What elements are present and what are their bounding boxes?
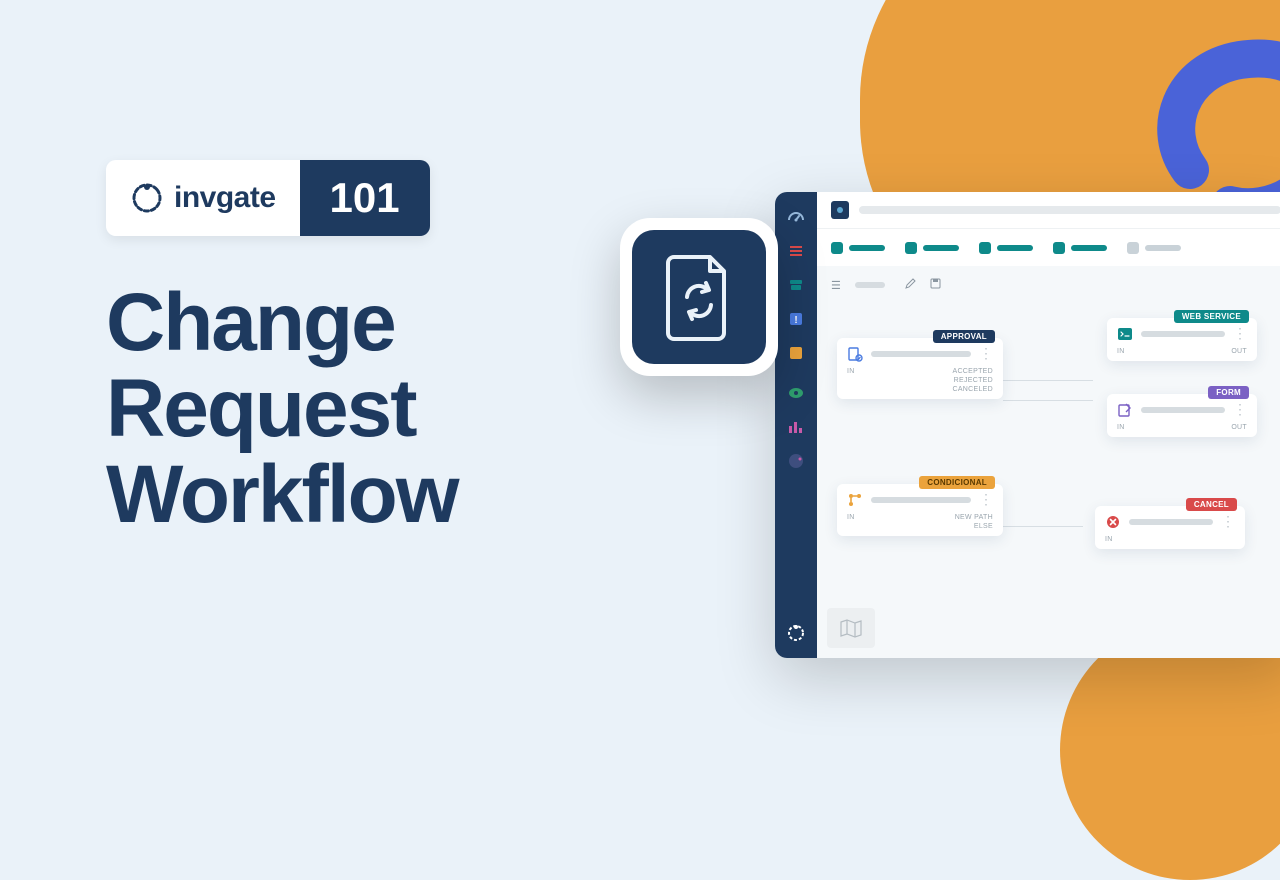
sidebar-brand-icon[interactable]	[785, 450, 807, 472]
sidebar-flag-icon[interactable]	[785, 342, 807, 364]
tab-item-3[interactable]	[979, 242, 1033, 254]
app-tabs	[817, 228, 1280, 266]
workflow-node-cancel[interactable]: CANCEL ⋮ IN	[1095, 506, 1245, 549]
canvas-toolbar: ☰	[831, 278, 1280, 292]
port-newpath: NEW PATH	[955, 514, 993, 521]
node-tag-cancel: CANCEL	[1186, 498, 1237, 511]
menu-icon[interactable]: ☰	[831, 279, 841, 292]
toolbar-title-placeholder	[855, 282, 885, 288]
port-canceled: CANCELED	[952, 386, 993, 393]
app-main: ☰ APPROVAL	[817, 192, 1280, 658]
port-out: OUT	[1231, 424, 1247, 431]
node-menu-icon[interactable]: ⋮	[979, 497, 993, 503]
port-in: IN	[1117, 348, 1125, 355]
svg-text:!: !	[794, 315, 797, 326]
brand-logo-icon	[130, 181, 164, 215]
sidebar-list-icon[interactable]	[785, 240, 807, 262]
port-accepted: ACCEPTED	[952, 368, 993, 375]
title-line-3: Workflow	[106, 452, 457, 538]
app-window: ! ☰	[775, 192, 1280, 658]
app-sidebar: !	[775, 192, 817, 658]
branch-icon	[847, 492, 863, 508]
workflow-node-conditional[interactable]: CONDICIONAL ⋮ IN NEW PATH ELSE	[837, 484, 1003, 536]
minimap-icon[interactable]	[827, 608, 875, 648]
port-in: IN	[847, 514, 855, 530]
sidebar-archive-icon[interactable]	[785, 274, 807, 296]
cancel-icon	[1105, 514, 1121, 530]
tab-item-5[interactable]	[1127, 242, 1181, 254]
port-rejected: REJECTED	[952, 377, 993, 384]
tab-item-active[interactable]	[831, 242, 885, 254]
save-icon[interactable]	[930, 278, 941, 292]
sidebar-money-icon[interactable]	[785, 382, 807, 404]
feature-icon-bg	[632, 230, 766, 364]
workflow-node-approval[interactable]: APPROVAL ⋮ IN ACCEPTED REJECTED CA	[837, 338, 1003, 399]
workflow-node-webservice[interactable]: WEB SERVICE ⋮ IN OUT	[1107, 318, 1257, 361]
title-line-2: Request	[106, 366, 457, 452]
node-menu-icon[interactable]: ⋮	[1233, 407, 1247, 413]
edit-icon[interactable]	[905, 278, 916, 292]
sidebar-alert-icon[interactable]: !	[785, 308, 807, 330]
terminal-icon	[1117, 326, 1133, 342]
node-menu-icon[interactable]: ⋮	[1221, 519, 1235, 525]
header-address-bar[interactable]	[859, 206, 1280, 214]
bg-blob-orange-bottom	[1060, 620, 1280, 880]
sidebar-dashboard-icon[interactable]	[785, 206, 807, 228]
node-menu-icon[interactable]: ⋮	[979, 351, 993, 357]
brand-logo-area: invgate	[106, 160, 300, 236]
feature-icon-card	[620, 218, 778, 376]
tab-item-4[interactable]	[1053, 242, 1107, 254]
port-else: ELSE	[955, 523, 993, 530]
header-app-icon	[831, 201, 849, 219]
connector	[1003, 380, 1093, 381]
sidebar-chart-icon[interactable]	[785, 416, 807, 438]
brand-name: invgate	[174, 181, 276, 215]
workflow-canvas[interactable]: ☰ APPROVAL	[817, 266, 1280, 658]
node-menu-icon[interactable]: ⋮	[1233, 331, 1247, 337]
brand-badge: invgate 101	[106, 160, 430, 236]
connector	[1003, 400, 1093, 401]
node-tag-conditional: CONDICIONAL	[919, 476, 995, 489]
node-tag-webservice: WEB SERVICE	[1174, 310, 1249, 323]
approval-icon	[847, 346, 863, 362]
sidebar-logo-icon[interactable]	[785, 622, 807, 644]
app-header	[817, 192, 1280, 228]
node-tag-form: FORM	[1208, 386, 1249, 399]
workflow-node-form[interactable]: FORM ⋮ IN OUT	[1107, 394, 1257, 437]
connector	[1003, 526, 1083, 527]
page-title: Change Request Workflow	[106, 280, 457, 538]
node-tag-approval: APPROVAL	[933, 330, 995, 343]
port-out: OUT	[1231, 348, 1247, 355]
tab-item-2[interactable]	[905, 242, 959, 254]
badge-number: 101	[300, 160, 430, 236]
form-icon	[1117, 402, 1133, 418]
port-in: IN	[847, 368, 855, 393]
port-in: IN	[1105, 536, 1113, 543]
title-line-1: Change	[106, 280, 457, 366]
port-in: IN	[1117, 424, 1125, 431]
document-refresh-icon	[662, 253, 736, 341]
